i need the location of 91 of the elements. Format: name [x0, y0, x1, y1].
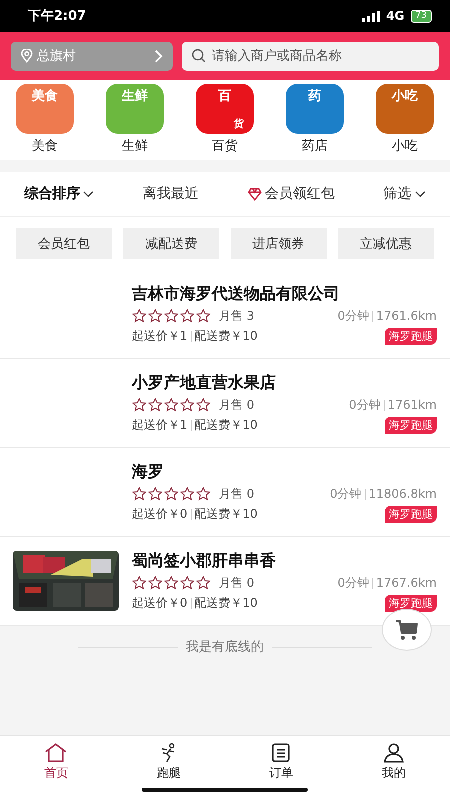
status-time: 下午2:07	[28, 8, 86, 25]
chevron-right-icon	[155, 50, 163, 62]
monthly-sales: 月售 3	[219, 308, 254, 324]
star-icon	[148, 487, 163, 501]
service-tag: 海罗跑腿	[385, 506, 437, 522]
star-icon	[180, 309, 195, 323]
sort-option[interactable]: 筛选	[380, 181, 430, 207]
filter-chip[interactable]: 会员红包	[16, 228, 112, 259]
distance-text: 1761.6km	[376, 309, 437, 323]
category-label[interactable]: 生鲜	[122, 137, 148, 155]
search-field[interactable]: 请输入商户或商品名称	[182, 42, 439, 70]
star-icon	[180, 487, 195, 501]
star-icon	[196, 309, 211, 323]
star-icon	[132, 487, 147, 501]
icon-lettering: 美食	[32, 90, 58, 104]
icon-lettering: 药	[308, 90, 322, 104]
minimum-order: 起送价￥0	[132, 594, 188, 612]
shop-name[interactable]: 小罗产地直营水果店	[132, 372, 437, 394]
nav-tab[interactable]: 订单	[246, 736, 316, 788]
diamond-icon	[248, 188, 262, 200]
category-label[interactable]: 美食	[32, 137, 58, 155]
category-icon[interactable]: 小吃	[376, 84, 434, 134]
sort-option[interactable]: 离我最近	[139, 181, 204, 207]
delivery-time: 0分钟	[338, 574, 370, 592]
icon-lettering: 生鲜	[122, 90, 148, 104]
star-icon	[164, 487, 179, 501]
distance-text: 11806.8km	[368, 487, 437, 501]
icon-lettering: 货	[234, 118, 244, 131]
category-label[interactable]: 药店	[302, 137, 328, 155]
cart-button[interactable]	[382, 609, 432, 651]
sort-option[interactable]: 综合排序	[20, 181, 98, 207]
star-icon	[180, 576, 195, 590]
distance-text: 1761km	[388, 398, 437, 412]
delivery-time: 0分钟	[338, 308, 370, 324]
delivery-fee: 配送费￥10	[194, 416, 258, 434]
star-icon	[132, 576, 147, 590]
monthly-sales: 月售 0	[219, 396, 254, 414]
delivery-time: 0分钟	[349, 396, 381, 414]
star-icon	[164, 309, 179, 323]
star-icon	[196, 576, 211, 590]
search-icon	[192, 49, 206, 63]
order-list-icon	[271, 742, 292, 762]
minimum-order: 起送价￥1	[132, 328, 188, 344]
network-label: 4G	[386, 9, 405, 23]
shop-name[interactable]: 蜀尚签小郡肝串串香	[132, 550, 437, 572]
star-icon	[132, 398, 147, 412]
end-of-list-text: 我是有底线的	[186, 639, 264, 656]
star-icon	[196, 398, 211, 412]
chevron-down-icon	[83, 190, 94, 198]
chevron-down-icon	[414, 190, 426, 198]
nav-tab[interactable]: 跑腿	[134, 736, 204, 788]
minimum-order: 起送价￥0	[132, 506, 188, 522]
star-icon	[148, 576, 163, 590]
star-icon	[148, 309, 163, 323]
nav-tab[interactable]: 首页	[21, 736, 92, 788]
battery-indicator: 73	[410, 10, 432, 22]
filter-chip[interactable]: 立减优惠	[338, 228, 434, 259]
shop-name[interactable]: 海罗	[132, 462, 437, 482]
cart-icon	[395, 619, 419, 641]
filter-chip[interactable]: 减配送费	[123, 228, 220, 259]
service-tag: 海罗跑腿	[385, 594, 437, 612]
category-icon[interactable]: 药	[286, 84, 344, 134]
service-tag: 海罗跑腿	[385, 416, 437, 434]
monthly-sales: 月售 0	[219, 486, 254, 502]
service-tag: 海罗跑腿	[385, 328, 437, 344]
location-pin-icon	[21, 49, 33, 63]
minimum-order: 起送价￥1	[132, 416, 188, 434]
nav-tab[interactable]: 我的	[358, 736, 429, 788]
delivery-fee: 配送费￥10	[194, 594, 258, 612]
star-icon	[132, 309, 147, 323]
delivery-fee: 配送费￥10	[194, 328, 258, 344]
distance-text: 1767.6km	[376, 576, 437, 590]
filter-chip[interactable]: 进店领券	[230, 228, 327, 259]
icon-lettering: 小吃	[392, 90, 418, 104]
delivery-time: 0分钟	[330, 486, 362, 502]
shop-name[interactable]: 吉林市海罗代送物品有限公司	[132, 284, 437, 304]
star-icon	[196, 487, 211, 501]
category-label[interactable]: 小吃	[392, 137, 418, 155]
icon-lettering: 百	[218, 90, 232, 104]
category-label[interactable]: 百货	[212, 137, 238, 155]
user-icon	[382, 742, 405, 762]
signal-icon	[362, 10, 380, 22]
sort-option[interactable]: 会员领红包	[244, 181, 339, 207]
star-icon	[148, 398, 163, 412]
star-icon	[164, 576, 179, 590]
monthly-sales: 月售 0	[219, 574, 254, 592]
star-icon	[164, 398, 179, 412]
delivery-fee: 配送费￥10	[194, 506, 258, 522]
home-icon	[44, 742, 68, 762]
star-icon	[180, 398, 195, 412]
category-icon[interactable]: 百 货	[196, 84, 254, 134]
